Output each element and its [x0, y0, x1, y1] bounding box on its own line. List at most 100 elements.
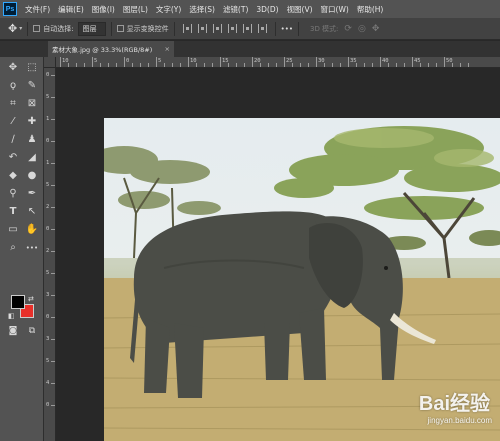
align-hcenter-icon[interactable]: [242, 24, 252, 33]
ruler-tick: [51, 207, 55, 208]
menu-type[interactable]: 文字(Y): [152, 4, 185, 15]
ruler-minor-tick: [108, 63, 109, 67]
foreground-color-swatch[interactable]: [11, 295, 25, 309]
ruler-tick-label: 5: [46, 270, 50, 276]
ruler-tick-label: 5: [46, 182, 50, 188]
3d-orbit-icon[interactable]: ⟳: [344, 24, 352, 34]
menu-view[interactable]: 视图(V): [283, 4, 317, 15]
quick-select-tool-icon[interactable]: ✎: [23, 78, 41, 94]
default-colors-icon[interactable]: ◧: [8, 312, 15, 320]
separator: [173, 21, 175, 36]
screen-mode-icon[interactable]: ⧉: [23, 323, 41, 339]
ruler-tick-label: 0: [46, 402, 50, 408]
ruler-tick: [188, 57, 189, 67]
menu-filter[interactable]: 滤镜(T): [219, 4, 252, 15]
align-bottom-icon[interactable]: [212, 24, 222, 33]
ruler-minor-tick: [148, 63, 149, 67]
ruler-minor-tick: [452, 63, 453, 67]
ruler-minor-tick: [420, 63, 421, 67]
ruler-minor-tick: [404, 63, 405, 67]
menu-3d[interactable]: 3D(D): [252, 5, 282, 14]
eraser-tool-icon[interactable]: ◢: [23, 150, 41, 166]
ruler-tick-label: 5: [46, 94, 50, 100]
ruler-tick: [51, 163, 55, 164]
3d-pan-icon[interactable]: ✥: [372, 24, 380, 34]
ruler-tick: [51, 339, 55, 340]
ruler-tick: [284, 57, 285, 67]
ruler-tick: [51, 383, 55, 384]
ruler-tick-label: 4: [46, 380, 50, 386]
separator: [297, 21, 299, 36]
move-tool-preset-icon[interactable]: ✥: [8, 22, 17, 35]
quick-mask-icon[interactable]: ◙: [4, 323, 22, 339]
paint-bucket-tool-icon[interactable]: ◆: [4, 168, 22, 184]
menu-image[interactable]: 图像(I): [88, 4, 119, 15]
vertical-ruler[interactable]: 0510152025303540: [44, 68, 56, 441]
brush-tool-icon[interactable]: ∕: [4, 132, 22, 148]
ruler-tick: [412, 57, 413, 67]
stamp-tool-icon[interactable]: ♟: [23, 132, 41, 148]
auto-select-dropdown[interactable]: 图层: [77, 21, 106, 36]
ruler-minor-tick: [68, 63, 69, 67]
ruler-tick: [60, 57, 61, 67]
path-select-tool-icon[interactable]: ↖: [23, 204, 41, 220]
type-tool-icon[interactable]: T: [4, 204, 22, 220]
ruler-minor-tick: [356, 63, 357, 67]
ruler-tick: [51, 273, 55, 274]
ruler-minor-tick: [164, 63, 165, 67]
menu-select[interactable]: 选择(S): [185, 4, 219, 15]
dodge-tool-icon[interactable]: ⚲: [4, 186, 22, 202]
align-top-icon[interactable]: [182, 24, 192, 33]
lasso-tool-icon[interactable]: ϙ: [4, 78, 22, 94]
menu-layer[interactable]: 图层(L): [119, 4, 152, 15]
ruler-tick-label: 1: [46, 160, 50, 166]
3d-mode-label: 3D 模式:: [309, 24, 339, 33]
ruler-minor-tick: [132, 63, 133, 67]
show-transform-checkbox[interactable]: [116, 25, 124, 32]
menu-window[interactable]: 窗口(W): [317, 4, 353, 15]
ruler-minor-tick: [244, 63, 245, 67]
more-tools-icon[interactable]: •••: [23, 240, 41, 256]
crop-tool-icon[interactable]: ⌗: [4, 96, 22, 112]
auto-select-checkbox[interactable]: [33, 25, 41, 32]
ruler-corner[interactable]: [44, 57, 56, 68]
ruler-tick-label: 2: [46, 248, 50, 254]
ruler-minor-tick: [428, 63, 429, 67]
hand-tool-icon[interactable]: ✋: [23, 222, 41, 238]
ruler-minor-tick: [100, 63, 101, 67]
move-tool-icon[interactable]: ✥: [4, 60, 22, 76]
close-tab-icon[interactable]: ×: [165, 45, 170, 53]
ruler-minor-tick: [236, 63, 237, 67]
ruler-tick: [51, 75, 55, 76]
chevron-down-icon[interactable]: ▾: [19, 25, 22, 32]
menu-edit[interactable]: 编辑(E): [54, 4, 88, 15]
ruler-minor-tick: [172, 63, 173, 67]
horizontal-ruler[interactable]: 10 5 0 5 10 15 20 25 30 35 40 45 50: [56, 57, 500, 68]
3d-roll-icon[interactable]: ◎: [358, 24, 366, 34]
ruler-tick-label: 5: [94, 58, 98, 64]
ruler-tick: [124, 57, 125, 67]
more-options-button[interactable]: •••: [281, 25, 293, 33]
document-tab[interactable]: 素材大象.jpg @ 33.3%(RGB/8#) ×: [48, 41, 174, 57]
rectangle-tool-icon[interactable]: ▭: [4, 222, 22, 238]
frame-tool-icon[interactable]: ⊠: [23, 96, 41, 112]
eyedropper-tool-icon[interactable]: ⁄: [4, 114, 22, 130]
ruler-tick-label: 5: [158, 58, 162, 64]
align-left-icon[interactable]: [227, 24, 237, 33]
blur-tool-icon[interactable]: ●: [23, 168, 41, 184]
ruler-minor-tick: [84, 63, 85, 67]
toolbox: ✥ ⬚ ϙ ✎ ⌗ ⊠ ⁄ ✚ ∕ ♟ ↶ ◢ ◆ ● ⚲ ✒ T ↖ ▭ ✋ …: [0, 57, 44, 441]
menu-file[interactable]: 文件(F): [21, 4, 54, 15]
align-right-icon[interactable]: [257, 24, 267, 33]
history-brush-tool-icon[interactable]: ↶: [4, 150, 22, 166]
zoom-tool-icon[interactable]: ⌕: [4, 240, 22, 256]
pen-tool-icon[interactable]: ✒: [23, 186, 41, 202]
ruler-minor-tick: [228, 63, 229, 67]
align-vcenter-icon[interactable]: [197, 24, 207, 33]
healing-tool-icon[interactable]: ✚: [23, 114, 41, 130]
marquee-tool-icon[interactable]: ⬚: [23, 60, 41, 76]
menu-help[interactable]: 帮助(H): [353, 4, 388, 15]
swap-colors-icon[interactable]: ⇄: [28, 295, 34, 303]
ruler-minor-tick: [324, 63, 325, 67]
ruler-tick: [156, 57, 157, 67]
